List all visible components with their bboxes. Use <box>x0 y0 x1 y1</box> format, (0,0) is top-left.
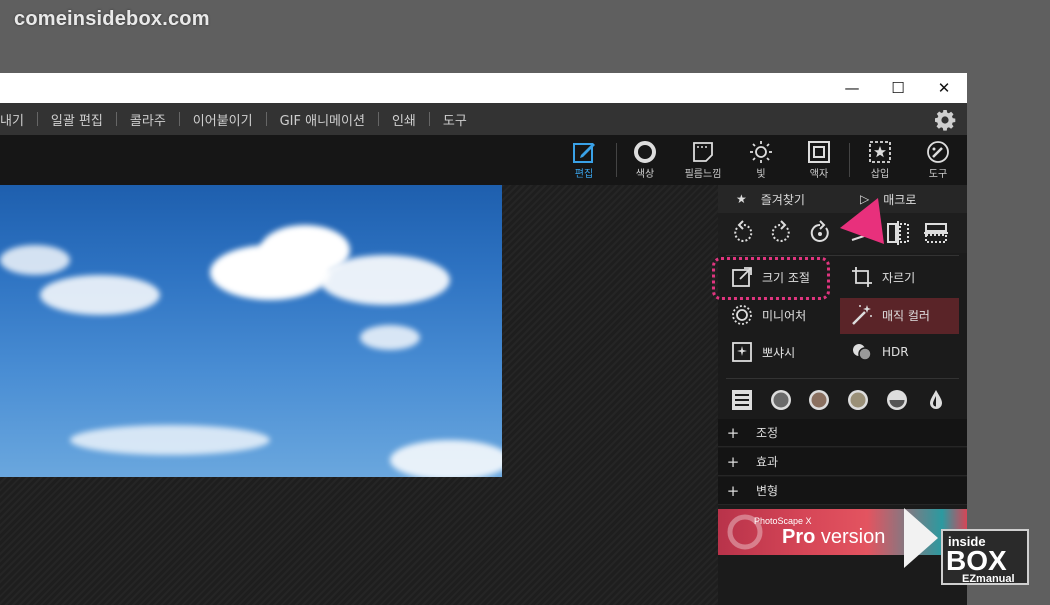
menu-item-combine[interactable]: 이어붙이기 <box>180 110 266 129</box>
tool-color-label: 색상 <box>635 169 655 180</box>
transform-section[interactable]: + 변형 <box>718 477 967 505</box>
filter-presets-row <box>718 383 967 417</box>
flip-horizontal-icon[interactable] <box>885 220 911 246</box>
effects-section-label: 효과 <box>756 455 779 469</box>
bokeh-label: 뽀샤시 <box>762 345 796 360</box>
bokeh-icon <box>732 342 752 362</box>
logo-ezmanual-text: EZmanual <box>962 573 1015 585</box>
effects-section[interactable]: + 효과 <box>718 448 967 476</box>
pro-banner-pro: Pro <box>782 526 816 548</box>
menu-bar: 내기 일괄 편집 콜라주 이어붙이기 GIF 애니메이션 인쇄 도구 <box>0 103 967 135</box>
menu-item-collage[interactable]: 콜라주 <box>117 110 179 129</box>
tool-edit-label: 편집 <box>574 169 594 180</box>
panel-divider <box>726 378 959 379</box>
tool-light[interactable]: 빛 <box>734 139 788 183</box>
adjust-section[interactable]: + 조정 <box>718 419 967 447</box>
main-toolbar: 편집 색상 필름느낌 빛 액자 삽입 도구 <box>0 135 967 185</box>
gear-icon[interactable] <box>933 108 957 132</box>
hdr-button[interactable]: HDR <box>838 336 956 368</box>
tool-insert[interactable]: 삽입 <box>853 139 907 183</box>
tool-light-label: 빛 <box>756 169 766 180</box>
crop-icon <box>852 267 872 287</box>
edit-icon <box>573 143 595 163</box>
menu-item-import[interactable]: 내기 <box>0 110 37 129</box>
tool-frame-label: 액자 <box>809 169 829 180</box>
filter-sepia-icon[interactable] <box>807 388 831 412</box>
photo-image[interactable] <box>0 185 502 477</box>
plus-icon: + <box>726 452 740 471</box>
app-window: — ☐ ✕ 내기 일괄 편집 콜라주 이어붙이기 GIF 애니메이션 인쇄 도구… <box>0 73 967 605</box>
cloud-shape <box>0 245 70 275</box>
cloud-shape <box>70 425 270 455</box>
tool-color[interactable]: 색상 <box>618 139 672 183</box>
macro-label: 매크로 <box>883 192 917 207</box>
crop-label: 자르기 <box>882 270 916 285</box>
miniature-label: 미니어처 <box>762 308 807 323</box>
logo-box-text: BOX <box>946 545 1007 576</box>
transform-section-label: 변형 <box>756 484 779 498</box>
magic-color-button[interactable]: 매직 컬러 <box>838 299 956 331</box>
favorites-tab[interactable]: ★ 즐겨찾기 <box>718 191 842 208</box>
cloud-shape <box>320 255 450 305</box>
plus-icon: + <box>726 481 740 500</box>
tool-film[interactable]: 필름느낌 <box>676 139 730 183</box>
pro-banner-title: Pro version <box>782 526 885 549</box>
tool-insert-label: 삽입 <box>870 169 890 180</box>
pro-banner-version: version <box>815 526 886 548</box>
close-button[interactable]: ✕ <box>921 73 967 103</box>
favorites-label: 즐겨찾기 <box>760 192 805 207</box>
tools-icon <box>927 141 949 163</box>
miniature-icon <box>732 305 752 325</box>
toolbar-divider <box>849 143 850 177</box>
tool-edit[interactable]: 편집 <box>557 139 611 183</box>
star-icon: ★ <box>736 192 747 206</box>
light-icon <box>750 141 772 163</box>
panel-divider <box>726 255 959 256</box>
cloud-shape <box>360 325 420 350</box>
frame-icon <box>808 141 830 163</box>
color-icon <box>634 141 656 163</box>
plus-icon: + <box>726 423 740 442</box>
menu-item-tools[interactable]: 도구 <box>430 110 480 129</box>
film-icon <box>693 142 713 162</box>
tool-tools-label: 도구 <box>928 169 948 180</box>
cloud-shape <box>40 275 160 315</box>
list-icon[interactable] <box>730 388 754 412</box>
magic-wand-icon <box>852 305 872 325</box>
pro-banner-brand: PhotoScape X <box>754 516 812 526</box>
pointer-arrow-icon <box>840 198 884 244</box>
maximize-button[interactable]: ☐ <box>875 73 921 103</box>
flip-vertical-icon[interactable] <box>923 220 949 246</box>
filter-warm-icon[interactable] <box>846 388 870 412</box>
tool-tools[interactable]: 도구 <box>911 139 965 183</box>
title-bar: — ☐ ✕ <box>0 73 967 103</box>
minimize-button[interactable]: — <box>829 73 875 103</box>
crop-button[interactable]: 자르기 <box>838 261 956 293</box>
filter-halftone-icon[interactable] <box>885 388 909 412</box>
menu-item-gif[interactable]: GIF 애니메이션 <box>267 110 378 129</box>
menu-item-print[interactable]: 인쇄 <box>379 110 429 129</box>
toolbar-divider <box>616 143 617 177</box>
rotate-left-icon[interactable] <box>730 220 756 246</box>
rotate-free-icon[interactable] <box>807 220 833 246</box>
insert-icon <box>869 141 891 163</box>
miniature-button[interactable]: 미니어처 <box>718 299 836 331</box>
tool-film-label: 필름느낌 <box>684 169 722 180</box>
adjust-section-label: 조정 <box>756 426 779 440</box>
resize-highlight-box <box>712 257 830 300</box>
filter-gray-icon[interactable] <box>769 388 793 412</box>
site-watermark: comeinsidebox.com <box>14 8 210 30</box>
hdr-label: HDR <box>882 345 909 359</box>
rotate-right-icon[interactable] <box>768 220 794 246</box>
cloud-shape <box>390 440 502 477</box>
insidebox-logo: inside BOX EZmanual <box>904 508 1029 585</box>
magic-color-label: 매직 컬러 <box>882 308 930 323</box>
droplet-icon[interactable] <box>924 388 948 412</box>
menu-item-batch[interactable]: 일괄 편집 <box>38 110 116 129</box>
tool-frame[interactable]: 액자 <box>792 139 846 183</box>
bokeh-button[interactable]: 뽀샤시 <box>718 336 836 368</box>
hdr-icon <box>853 344 872 361</box>
